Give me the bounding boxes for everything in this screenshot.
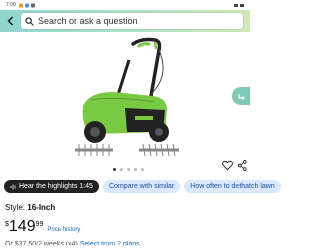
style-value: 16-Inch bbox=[27, 203, 56, 212]
carousel-indicator bbox=[113, 168, 144, 171]
chip-compare-similar[interactable]: Compare with similar bbox=[102, 180, 181, 193]
carousel-dot bbox=[141, 168, 144, 171]
carousel-dot bbox=[127, 168, 130, 171]
select-plans-link[interactable]: Select from 2 plans bbox=[80, 241, 140, 245]
carousel-dot bbox=[120, 168, 123, 171]
floating-action-badge[interactable] bbox=[232, 87, 250, 105]
search-input[interactable] bbox=[38, 16, 228, 26]
style-selector[interactable]: Style: 16-Inch bbox=[5, 203, 55, 212]
status-time: 7:00 bbox=[6, 2, 16, 8]
carousel-dot bbox=[113, 168, 116, 171]
search-header bbox=[0, 10, 250, 32]
price-block: $ 149 99 Price history bbox=[5, 219, 80, 235]
installment-text: Or $37.50/2 weeks (x4) bbox=[5, 241, 78, 248]
sound-wave-icon bbox=[10, 184, 16, 189]
share-icon[interactable] bbox=[238, 160, 247, 171]
search-icon bbox=[25, 16, 34, 26]
status-icons bbox=[234, 3, 244, 7]
chip-label: Hear the highlights 1:45 bbox=[19, 183, 93, 190]
price-whole: 149 bbox=[8, 218, 36, 235]
chip-row: Hear the highlights 1:45 Compare with si… bbox=[4, 180, 281, 193]
chip-label: Compare with similar bbox=[108, 183, 175, 190]
heart-icon[interactable] bbox=[222, 160, 233, 171]
chip-highlights-audio[interactable]: Hear the highlights 1:45 bbox=[4, 180, 99, 193]
app-notification-icons bbox=[18, 3, 35, 7]
price-history-link[interactable]: Price history bbox=[47, 227, 80, 233]
product-image[interactable] bbox=[55, 36, 205, 161]
status-bar: 7:00 bbox=[0, 0, 250, 10]
return-arrow-icon bbox=[237, 93, 245, 100]
price-fraction: 99 bbox=[35, 221, 44, 228]
chip-dethatch-question[interactable]: How often to dethatch lawn bbox=[184, 180, 281, 193]
battery-icon bbox=[240, 3, 244, 7]
style-label: Style: bbox=[5, 203, 26, 212]
search-box[interactable] bbox=[21, 13, 243, 29]
wifi-icon bbox=[234, 3, 238, 7]
installment-offer: Or $37.50/2 weeks (x4) Select from 2 pla… bbox=[5, 241, 140, 248]
chip-label: How often to dethatch lawn bbox=[190, 183, 275, 190]
back-arrow-icon[interactable] bbox=[5, 15, 17, 27]
carousel-dot bbox=[134, 168, 137, 171]
